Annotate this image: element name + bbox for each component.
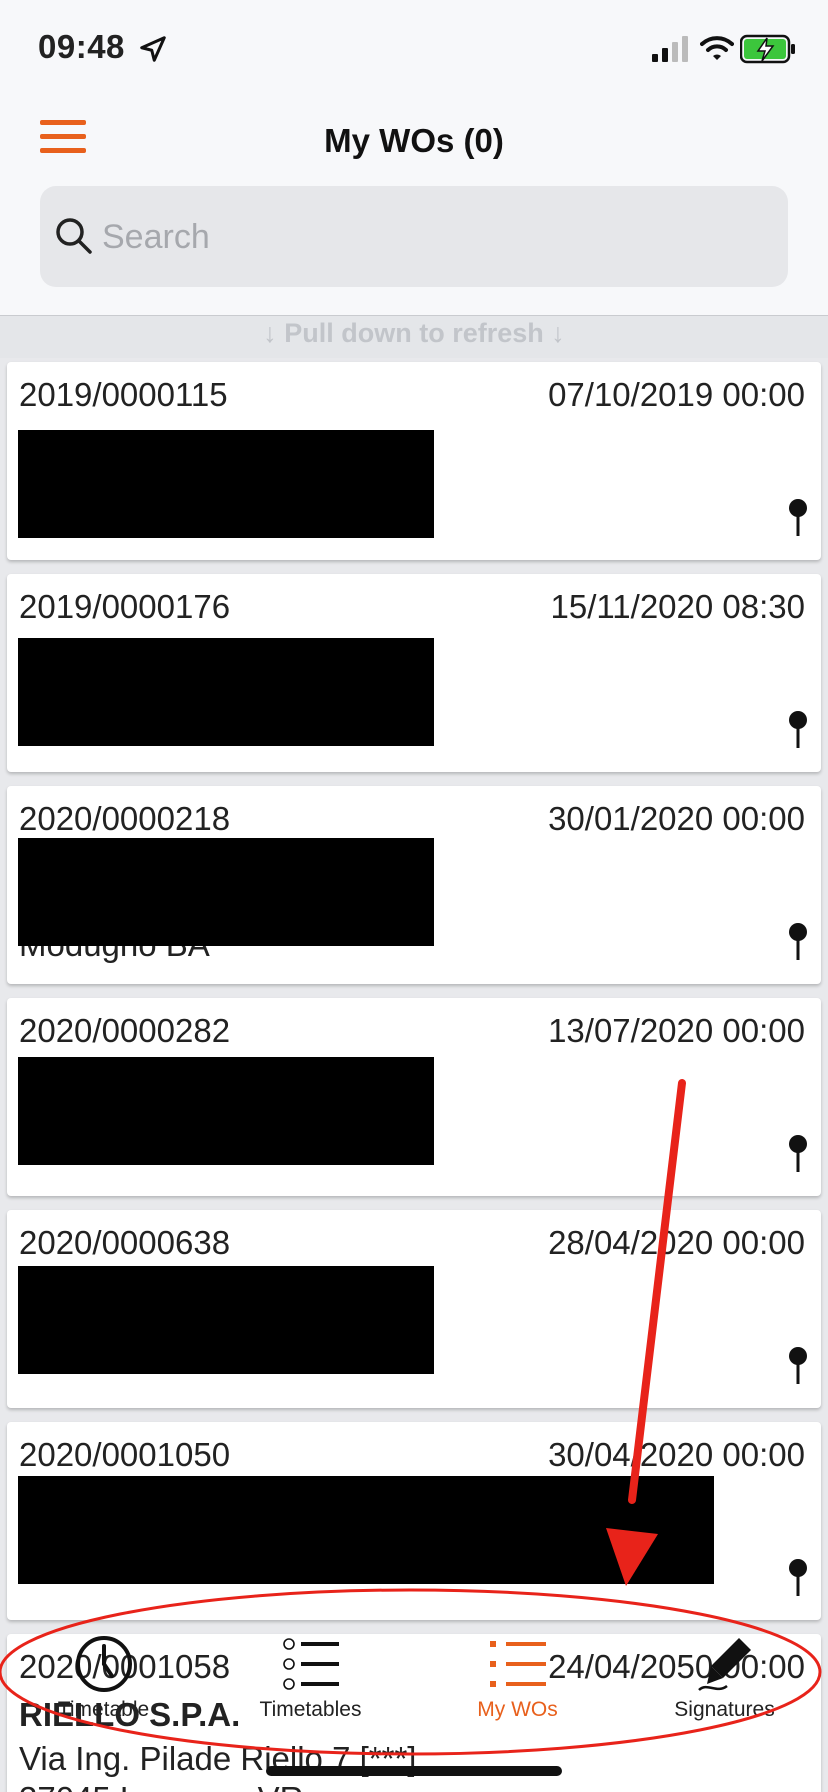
pen-icon <box>697 1638 751 1692</box>
pull-to-refresh-hint: ↓ Pull down to refresh ↓ <box>0 316 828 358</box>
wo-number: 2020/0000282 <box>19 1012 231 1049</box>
wifi-icon <box>700 36 734 60</box>
work-order-card[interactable]: 2019/0000115 07/10/2019 00:00 <box>7 362 821 560</box>
location-arrow-icon <box>140 36 166 62</box>
work-order-card[interactable]: 2020/0001050 30/04/2020 00:00 <box>7 1422 821 1620</box>
wo-date: 13/07/2020 00:00 <box>548 1012 805 1049</box>
wo-number: 2019/0000176 <box>19 588 231 625</box>
redacted-block <box>18 1057 434 1165</box>
tab-label: My WOs <box>477 1698 558 1721</box>
redacted-block <box>18 430 434 538</box>
list-icon <box>489 1641 546 1687</box>
wo-date: 15/11/2020 08:30 <box>550 588 805 625</box>
work-order-card[interactable]: 2020/0000218 30/01/2020 00:00 Modugno BA <box>7 786 821 984</box>
work-order-card[interactable]: 2020/0000282 13/07/2020 00:00 <box>7 998 821 1196</box>
map-pin-icon[interactable] <box>787 1346 809 1386</box>
status-bar: 09:48 <box>0 0 828 100</box>
wo-date: 30/01/2020 00:00 <box>548 800 805 837</box>
map-pin-icon[interactable] <box>787 498 809 538</box>
home-indicator <box>266 1766 562 1776</box>
clock-icon <box>75 1636 132 1692</box>
search-icon <box>56 218 92 254</box>
header: My WOs (0) <box>0 100 828 316</box>
tab-timetables[interactable]: Timetables <box>207 1622 414 1722</box>
work-order-card[interactable]: 2019/0000176 15/11/2020 08:30 <box>7 574 821 772</box>
battery-charging-icon <box>740 34 795 64</box>
wo-number: 2019/0000115 <box>19 376 228 413</box>
wo-number: 2020/0001050 <box>19 1436 231 1473</box>
map-pin-icon[interactable] <box>787 710 809 750</box>
status-time: 09:48 <box>38 28 125 65</box>
tab-signatures[interactable]: Signatures <box>621 1622 828 1722</box>
work-order-card[interactable]: 2020/0000638 28/04/2020 00:00 <box>7 1210 821 1408</box>
redacted-block <box>18 638 434 746</box>
map-pin-icon[interactable] <box>787 922 809 962</box>
tab-label: Timetables <box>259 1698 362 1721</box>
map-pin-icon[interactable] <box>787 1134 809 1174</box>
wo-date: 07/10/2019 00:00 <box>548 376 805 413</box>
page-title: My WOs (0) <box>324 122 504 159</box>
tab-label: Signatures <box>674 1698 775 1721</box>
wo-date: 28/04/2020 00:00 <box>548 1224 805 1261</box>
search-bar[interactable] <box>40 186 788 287</box>
map-pin-icon[interactable] <box>787 1558 809 1598</box>
redacted-block <box>18 838 434 946</box>
search-input[interactable] <box>102 212 762 262</box>
tab-my-wos[interactable]: My WOs <box>414 1622 621 1722</box>
wo-number: 2020/0000218 <box>19 800 231 837</box>
work-order-list[interactable]: 2019/0000115 07/10/2019 00:00 2019/00001… <box>0 358 828 1792</box>
cellular-signal-icon <box>652 36 688 62</box>
redacted-block <box>18 1476 714 1584</box>
tab-timetable[interactable]: Timetable <box>0 1622 207 1722</box>
list-icon <box>282 1638 339 1690</box>
wo-date: 30/04/2020 00:00 <box>548 1436 805 1473</box>
wo-number: 2020/0000638 <box>19 1224 231 1261</box>
redacted-block <box>18 1266 434 1374</box>
tab-label: Timetable <box>57 1698 150 1721</box>
